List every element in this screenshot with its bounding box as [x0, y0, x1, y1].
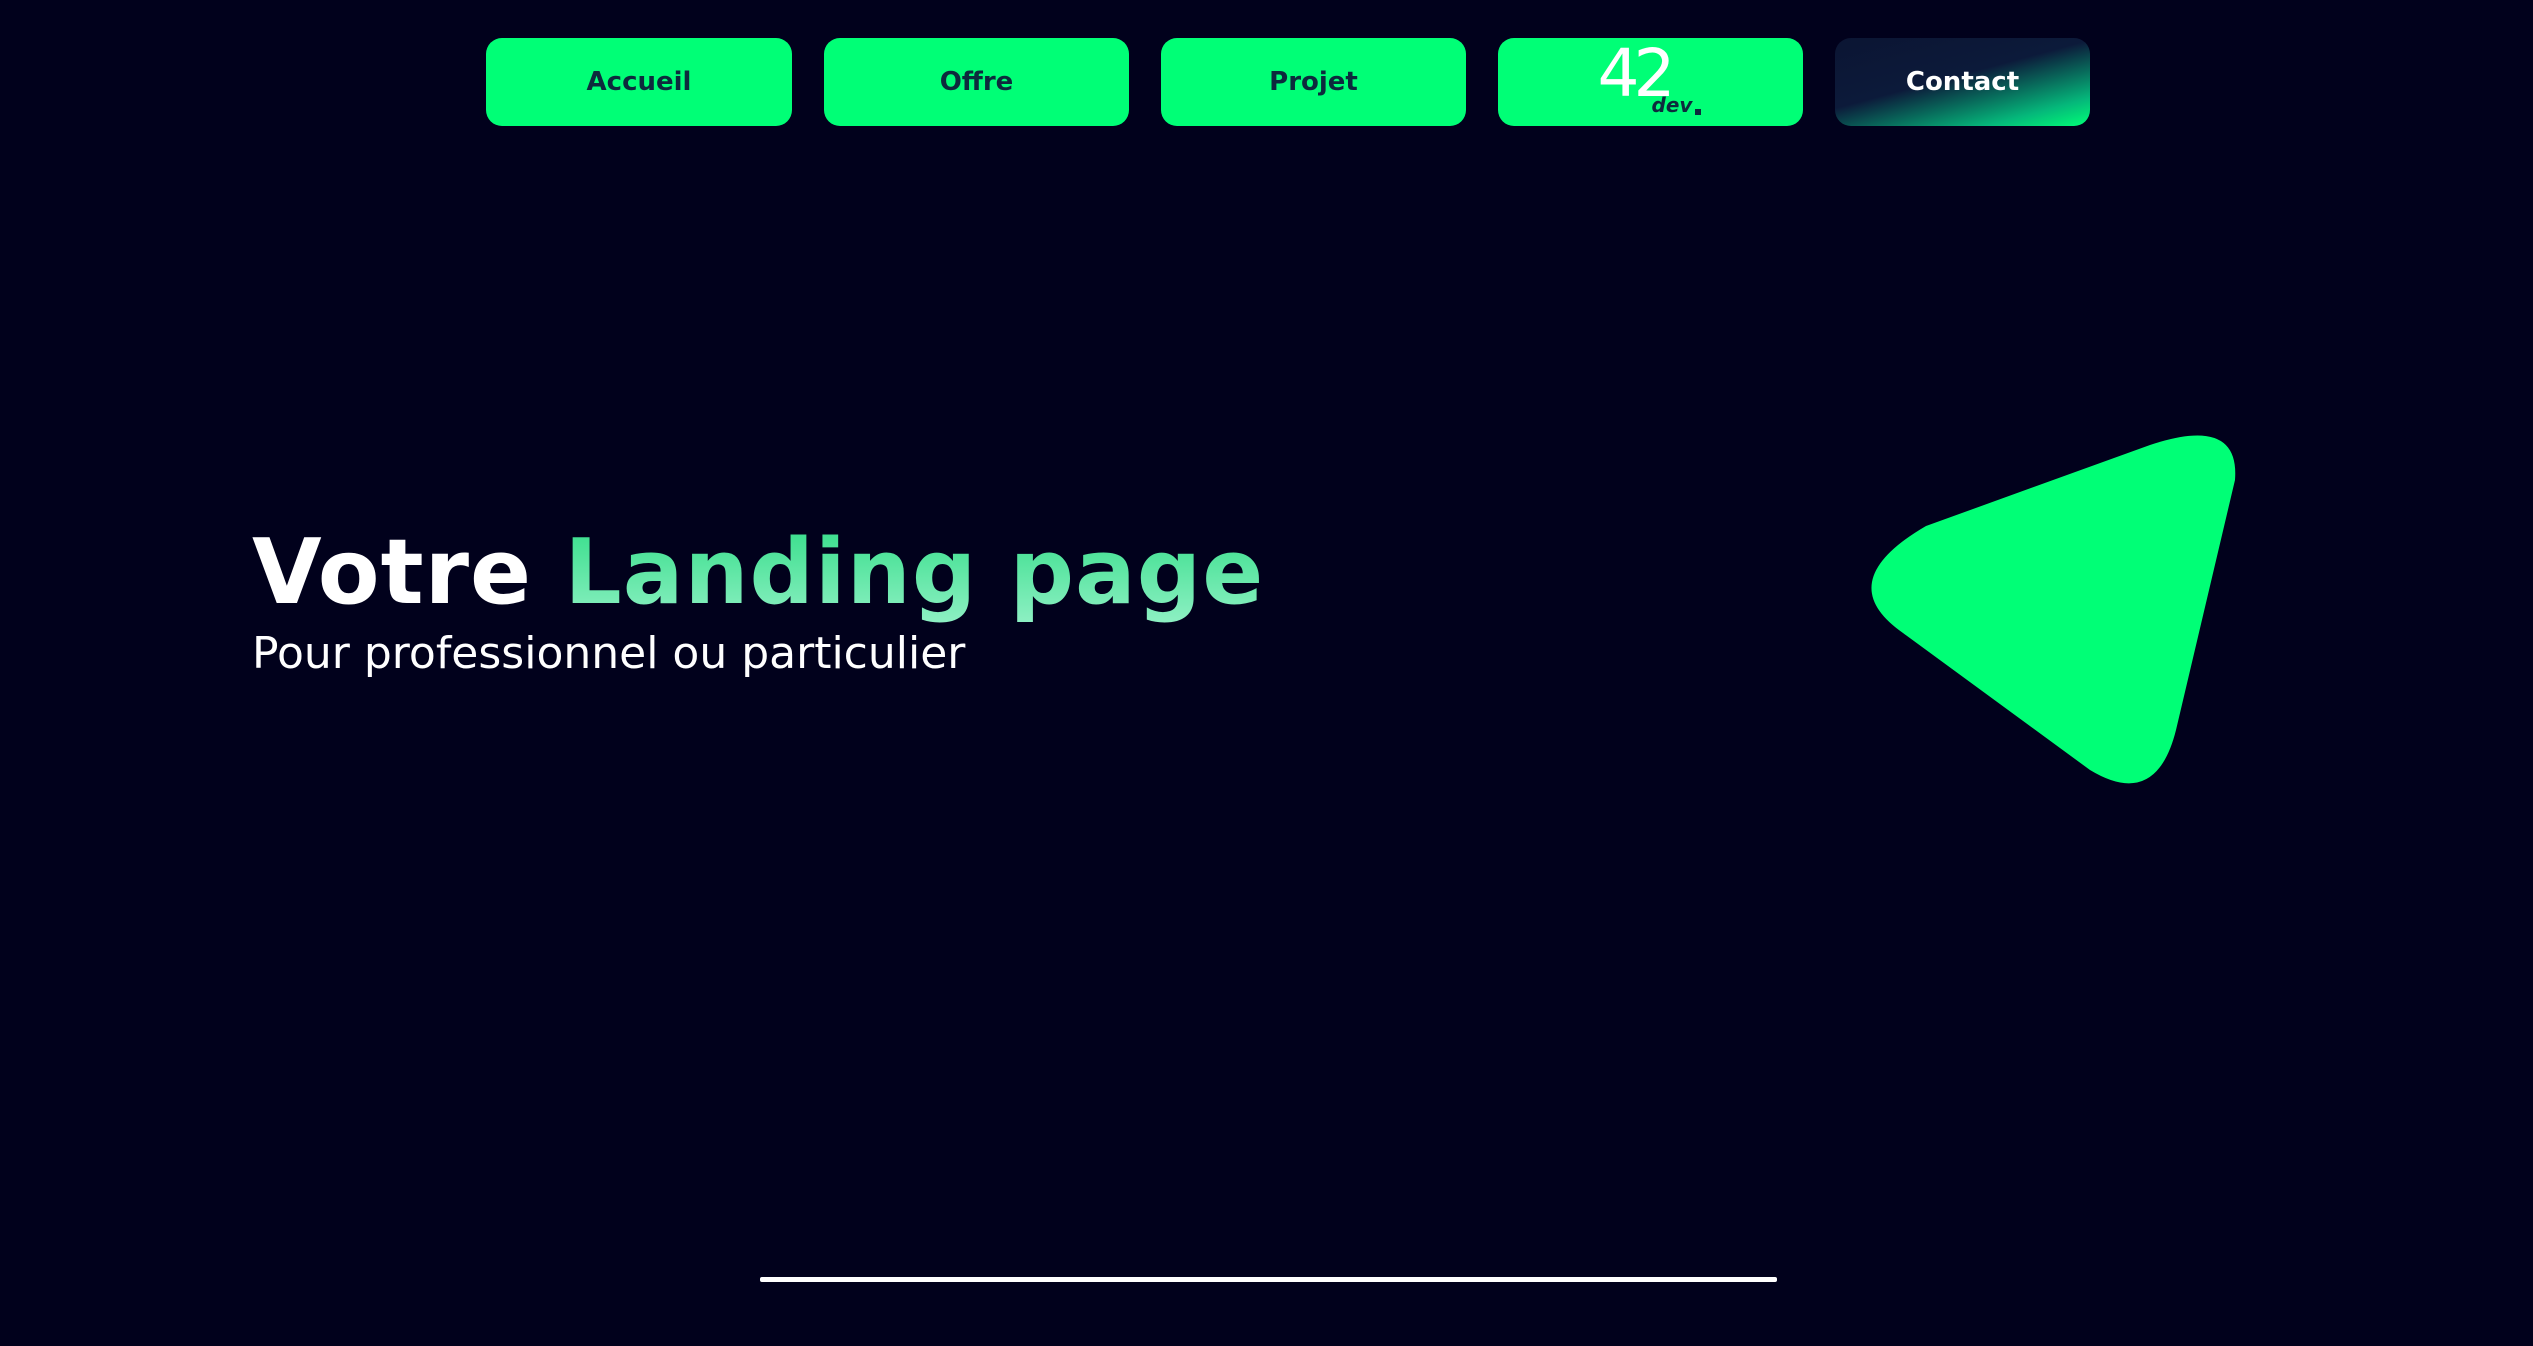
logo-button[interactable]: 42 dev	[1498, 38, 1803, 126]
nav-accueil-label: Accueil	[586, 67, 692, 97]
hero: Votre Landing page Pour professionnel ou…	[252, 528, 1264, 680]
logo-suffix: dev	[1651, 93, 1693, 117]
nav-projet-button[interactable]: Projet	[1161, 38, 1466, 126]
logo: 42 dev	[1596, 41, 1706, 117]
nav-projet-label: Projet	[1269, 67, 1358, 97]
rounded-triangle-icon	[1871, 435, 2236, 784]
hero-subtitle: Pour professionnel ou particulier	[252, 628, 966, 679]
nav-contact-button[interactable]: Contact	[1835, 38, 2090, 126]
nav-contact-label: Contact	[1905, 67, 2020, 97]
scroll-indicator-line	[760, 1277, 1777, 1282]
nav-accueil-button[interactable]: Accueil	[486, 38, 792, 126]
nav-offre-label: Offre	[939, 67, 1014, 97]
logo-dot	[1694, 109, 1701, 115]
hero-title: Votre Landing page	[252, 528, 1264, 618]
hero-title-green: Landing page	[564, 520, 1265, 625]
nav-offre-button[interactable]: Offre	[824, 38, 1129, 126]
hero-title-white: Votre	[252, 520, 533, 625]
page: Accueil Offre Projet 42 dev Contact Votr…	[0, 0, 2533, 1346]
